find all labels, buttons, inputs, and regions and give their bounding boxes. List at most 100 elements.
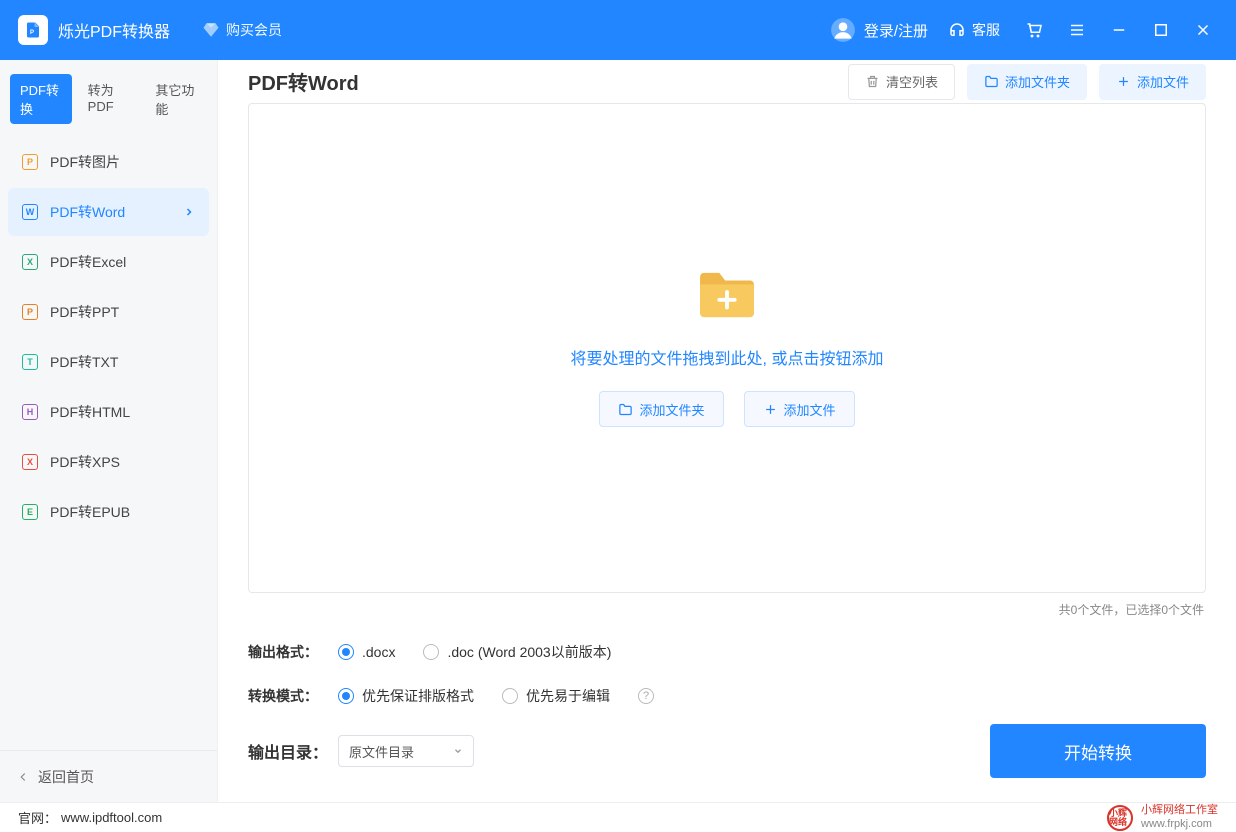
- word-icon: W: [22, 204, 38, 220]
- epub-icon: E: [22, 504, 38, 520]
- nav-pdf-to-txt[interactable]: T PDF转TXT: [8, 338, 209, 386]
- radio-docx[interactable]: .docx: [338, 644, 395, 660]
- add-file-label: 添加文件: [784, 400, 836, 419]
- official-site-link[interactable]: www.ipdftool.com: [61, 810, 162, 825]
- drop-zone[interactable]: 将要处理的文件拖拽到此处, 或点击按钮添加 添加文件夹 添加文件: [248, 103, 1206, 593]
- clear-label: 清空列表: [886, 72, 938, 91]
- nav-label: PDF转TXT: [50, 352, 118, 372]
- folder-plus-icon: [696, 269, 758, 319]
- select-value: 原文件目录: [349, 742, 414, 761]
- txt-icon: T: [22, 354, 38, 370]
- nav-label: PDF转EPUB: [50, 502, 130, 522]
- vip-label: 购买会员: [226, 20, 282, 40]
- clear-list-button[interactable]: 清空列表: [848, 64, 955, 100]
- menu-button[interactable]: [1056, 0, 1098, 60]
- back-home-label: 返回首页: [38, 767, 94, 787]
- close-button[interactable]: [1182, 0, 1224, 60]
- output-dir-label: 输出目录：: [248, 739, 338, 763]
- plus-icon: [1116, 74, 1131, 89]
- trash-icon: [865, 74, 880, 89]
- output-format-label: 输出格式：: [248, 642, 338, 662]
- excel-icon: X: [22, 254, 38, 270]
- add-folder-label: 添加文件夹: [639, 400, 704, 419]
- app-title: 烁光PDF转换器: [58, 18, 170, 42]
- sidebar-nav: PPDF转图片 WPDF转Word XPDF转Excel PPDF转PPT TP…: [0, 134, 217, 542]
- nav-pdf-to-ppt[interactable]: P PDF转PPT: [8, 288, 209, 336]
- image-icon: P: [22, 154, 38, 170]
- nav-pdf-to-epub[interactable]: E PDF转EPUB: [8, 488, 209, 536]
- minimize-button[interactable]: [1098, 0, 1140, 60]
- auth-label: 登录/注册: [864, 20, 928, 41]
- cart-button[interactable]: [1014, 0, 1056, 60]
- radio-label: 优先保证排版格式: [362, 686, 474, 706]
- radio-doc[interactable]: .doc (Word 2003以前版本): [423, 642, 611, 662]
- nav-pdf-to-html[interactable]: H PDF转HTML: [8, 388, 209, 436]
- ppt-icon: P: [22, 304, 38, 320]
- headset-icon: [948, 21, 966, 39]
- nav-label: PDF转HTML: [50, 402, 130, 422]
- radio-layout-priority[interactable]: 优先保证排版格式: [338, 686, 474, 706]
- output-dir-select[interactable]: 原文件目录: [338, 735, 474, 767]
- back-home-button[interactable]: 返回首页: [0, 750, 217, 802]
- footer-label: 官网：: [18, 808, 57, 827]
- main-panel: PDF转Word 清空列表 添加文件夹 添加文件 将要处理的文件拖拽到此处, 或…: [218, 60, 1236, 802]
- nav-label: PDF转PPT: [50, 302, 119, 322]
- add-folder-button-top[interactable]: 添加文件夹: [967, 64, 1087, 100]
- radio-icon: [338, 644, 354, 660]
- sidebar: PDF转换 转为PDF 其它功能 P PDF转图片 W PDF转Word X PDF转…: [0, 60, 218, 802]
- folder-icon: [618, 402, 633, 417]
- tab-to-pdf[interactable]: 转为PDF: [78, 74, 140, 124]
- plus-icon: [763, 402, 778, 417]
- convert-mode-label: 转换模式：: [248, 686, 338, 706]
- html-icon: H: [22, 404, 38, 420]
- maximize-button[interactable]: [1140, 0, 1182, 60]
- chevron-down-icon: [453, 746, 463, 756]
- add-folder-button[interactable]: 添加文件夹: [599, 391, 723, 427]
- page-title: PDF转Word: [248, 67, 359, 96]
- auth-button[interactable]: 登录/注册: [830, 17, 928, 43]
- tab-pdf-convert[interactable]: PDF转换: [10, 74, 72, 124]
- radio-edit-priority[interactable]: 优先易于编辑: [502, 686, 610, 706]
- watermark-name: 小辉网络工作室: [1141, 804, 1218, 817]
- help-icon[interactable]: ?: [638, 688, 654, 704]
- watermark: 小辉网络 小辉网络工作室 www.frpkj.com: [1107, 804, 1218, 830]
- nav-pdf-to-image[interactable]: P PDF转图片: [8, 138, 209, 186]
- user-icon: [830, 17, 856, 43]
- radio-icon: [502, 688, 518, 704]
- folder-icon: [984, 74, 999, 89]
- add-folder-label: 添加文件夹: [1005, 72, 1070, 91]
- radio-label: .docx: [362, 644, 395, 660]
- nav-label: PDF转XPS: [50, 452, 120, 472]
- support-label: 客服: [972, 20, 1000, 40]
- svg-text:P: P: [30, 30, 34, 36]
- radio-label: 优先易于编辑: [526, 686, 610, 706]
- add-file-button[interactable]: 添加文件: [744, 391, 855, 427]
- vip-button[interactable]: 购买会员: [202, 20, 282, 40]
- radio-label: .doc (Word 2003以前版本): [447, 642, 611, 662]
- xps-icon: X: [22, 454, 38, 470]
- chevron-right-icon: [183, 206, 195, 218]
- support-button[interactable]: 客服: [948, 20, 1000, 40]
- app-logo-icon: P: [18, 15, 48, 45]
- nav-label: PDF转Word: [50, 202, 125, 222]
- watermark-logo-icon: 小辉网络: [1107, 805, 1133, 831]
- chevron-left-icon: [16, 770, 30, 784]
- radio-icon: [423, 644, 439, 660]
- radio-icon: [338, 688, 354, 704]
- footer: 官网： www.ipdftool.com 小辉网络 小辉网络工作室 www.fr…: [0, 802, 1236, 832]
- watermark-url: www.frpkj.com: [1141, 818, 1218, 831]
- convert-button[interactable]: 开始转换: [990, 724, 1206, 778]
- nav-label: PDF转Excel: [50, 252, 126, 272]
- diamond-icon: [202, 21, 220, 39]
- titlebar: P 烁光PDF转换器 购买会员 登录/注册 客服: [0, 0, 1236, 60]
- file-count-status: 共0个文件，已选择0个文件: [248, 601, 1204, 618]
- tab-other[interactable]: 其它功能: [145, 74, 207, 124]
- add-file-label: 添加文件: [1137, 72, 1189, 91]
- nav-pdf-to-excel[interactable]: X PDF转Excel: [8, 238, 209, 286]
- drop-text: 将要处理的文件拖拽到此处, 或点击按钮添加: [571, 345, 884, 369]
- nav-pdf-to-word[interactable]: W PDF转Word: [8, 188, 209, 236]
- nav-pdf-to-xps[interactable]: X PDF转XPS: [8, 438, 209, 486]
- add-file-button-top[interactable]: 添加文件: [1099, 64, 1206, 100]
- nav-label: PDF转图片: [50, 152, 120, 172]
- sidebar-tabs: PDF转换 转为PDF 其它功能: [0, 60, 217, 134]
